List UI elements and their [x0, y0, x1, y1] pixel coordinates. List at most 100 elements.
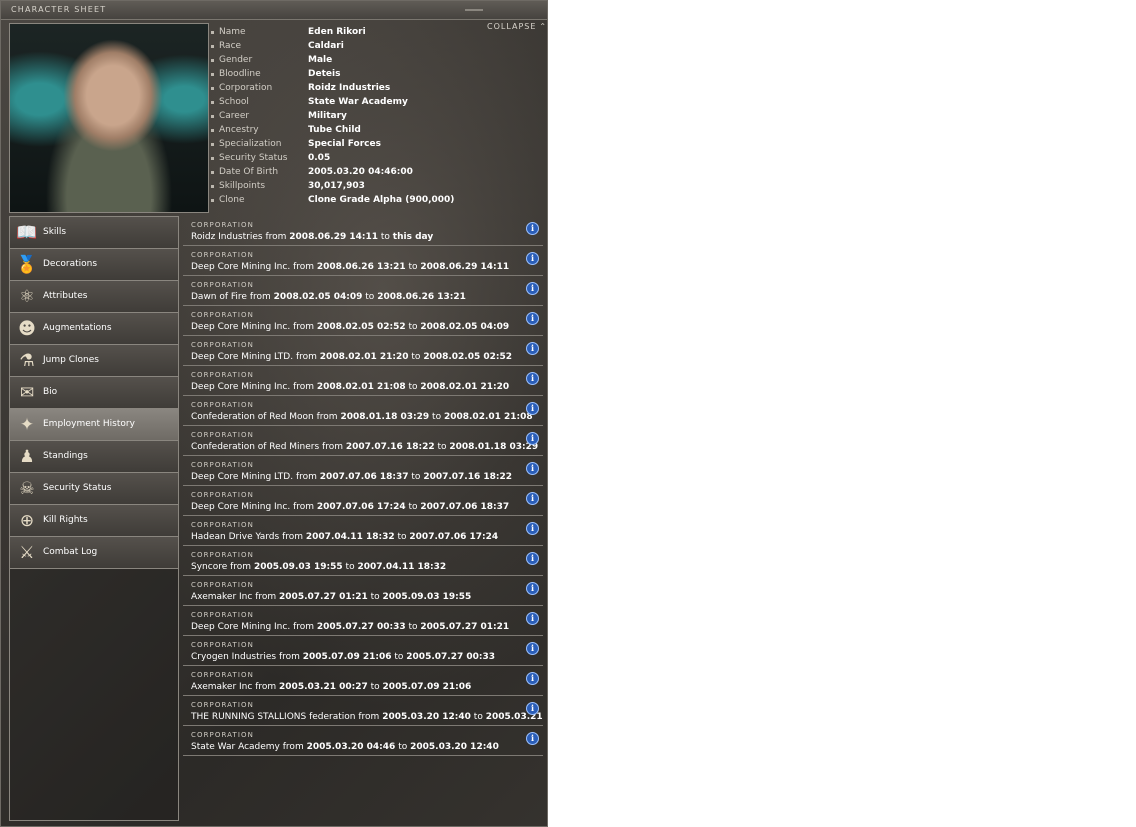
list-item[interactable]: CORPORATION Deep Core Mining Inc. from 20…	[183, 487, 543, 516]
info-icon[interactable]: i	[526, 522, 539, 535]
info-row: Gender Male	[211, 54, 531, 68]
info-row: Security Status 0.05	[211, 152, 531, 166]
character-info: Name Eden Rikori Race Caldari Gender Male Bloo…	[211, 26, 531, 208]
to-word: to	[408, 382, 418, 392]
people-icon: ♟	[19, 447, 35, 467]
document-icon: ✉	[19, 383, 35, 403]
to-word: to	[411, 352, 421, 362]
from-date: 2008.02.05 02:52	[316, 322, 406, 332]
list-item[interactable]: CORPORATION Hadean Drive Yards from 2007.…	[183, 517, 543, 546]
list-item[interactable]: CORPORATION Deep Core Mining Inc. from 20…	[183, 307, 543, 336]
info-icon[interactable]: i	[526, 312, 539, 325]
medal-icon: 🏅	[16, 255, 38, 275]
list-item[interactable]: CORPORATION Axemaker Inc from 2005.07.27 …	[183, 577, 543, 606]
sidebar-item-jump-clones[interactable]: ⚗ Jump Clones	[10, 345, 178, 377]
info-label: Race	[219, 41, 242, 51]
corp-name: State War Academy	[191, 742, 280, 752]
bullet-icon	[211, 87, 214, 90]
info-icon[interactable]: i	[526, 462, 539, 475]
list-item[interactable]: CORPORATION Deep Core Mining LTD. from 20…	[183, 457, 543, 486]
list-item[interactable]: CORPORATION Deep Core Mining Inc. from 20…	[183, 607, 543, 636]
corp-name: Deep Core Mining Inc.	[191, 322, 291, 332]
window-title: CHARACTER SHEET	[11, 5, 107, 14]
sidebar-item-attributes[interactable]: ⚛ Attributes	[10, 281, 178, 313]
bullet-icon	[211, 199, 214, 202]
sidebar-item-label: Attributes	[43, 291, 88, 301]
list-item[interactable]: CORPORATION THE RUNNING STALLIONS federat…	[183, 697, 543, 726]
sidebar-item-label: Decorations	[43, 259, 98, 269]
to-date: 2008.02.01 21:20	[420, 382, 510, 392]
implant-head-icon: ☻	[18, 319, 36, 339]
title-bar[interactable]: CHARACTER SHEET	[1, 1, 547, 20]
list-item[interactable]: CORPORATION Confederation of Red Miners f…	[183, 427, 543, 456]
from-word: from	[265, 232, 287, 242]
sidebar-item-label: Kill Rights	[43, 515, 88, 525]
info-icon[interactable]: i	[526, 732, 539, 745]
sidebar-item-augmentations[interactable]: ☻ Augmentations	[10, 313, 178, 345]
info-icon[interactable]: i	[526, 372, 539, 385]
info-row: Ancestry Tube Child	[211, 124, 531, 138]
list-item[interactable]: CORPORATION Confederation of Red Moon fro…	[183, 397, 543, 426]
info-icon[interactable]: i	[526, 582, 539, 595]
list-item[interactable]: CORPORATION Syncore from 2005.09.03 19:55…	[183, 547, 543, 576]
sidebar-item-label: Standings	[43, 451, 88, 461]
sidebar-item-employment-history[interactable]: ✦ Employment History	[10, 409, 178, 441]
info-icon[interactable]: i	[526, 342, 539, 355]
info-value: Roidz Industries	[308, 83, 391, 93]
list-item[interactable]: CORPORATION Axemaker Inc from 2005.03.21 …	[183, 667, 543, 696]
sidebar-item-bio[interactable]: ✉ Bio	[10, 377, 178, 409]
entry-text: Deep Core Mining Inc. from 2007.07.06 17…	[191, 502, 509, 512]
from-word: from	[249, 292, 271, 302]
from-date: 2005.03.20 04:46	[306, 742, 396, 752]
info-icon[interactable]: i	[526, 222, 539, 235]
sidebar-item-label: Security Status	[43, 483, 112, 493]
from-word: from	[293, 502, 315, 512]
list-item[interactable]: CORPORATION Deep Core Mining Inc. from 20…	[183, 367, 543, 396]
info-icon[interactable]: i	[526, 672, 539, 685]
corp-name: Axemaker Inc	[191, 682, 253, 692]
sidebar-item-kill-rights[interactable]: ⊕ Kill Rights	[10, 505, 178, 537]
corp-name: Syncore	[191, 562, 228, 572]
list-item[interactable]: CORPORATION Dawn of Fire from 2008.02.05 …	[183, 277, 543, 306]
list-item[interactable]: CORPORATION Deep Core Mining LTD. from 20…	[183, 337, 543, 366]
list-item[interactable]: CORPORATION Cryogen Industries from 2005.…	[183, 637, 543, 666]
to-date: 2008.06.26 13:21	[377, 292, 466, 302]
entry-text: Deep Core Mining LTD. from 2008.02.01 21…	[191, 352, 512, 362]
info-value: Tube Child	[308, 125, 361, 135]
to-date: 2008.02.05 02:52	[423, 352, 513, 362]
info-icon[interactable]: i	[526, 252, 539, 265]
sidebar-item-security-status[interactable]: ☠ Security Status	[10, 473, 178, 505]
from-date: 2008.02.01 21:08	[316, 382, 406, 392]
info-label: Corporation	[219, 83, 273, 93]
entry-text: THE RUNNING STALLIONS federation from 20…	[191, 712, 543, 722]
list-item[interactable]: CORPORATION Deep Core Mining Inc. from 20…	[183, 247, 543, 276]
info-icon[interactable]: i	[526, 492, 539, 505]
window-controls[interactable]	[465, 9, 483, 11]
info-icon[interactable]: i	[526, 432, 539, 445]
crosshair-icon: ⊕	[19, 511, 35, 531]
to-word: to	[408, 262, 418, 272]
sidebar-item-decorations[interactable]: 🏅 Decorations	[10, 249, 178, 281]
sidebar-item-combat-log[interactable]: ⚔ Combat Log	[10, 537, 178, 569]
list-item[interactable]: CORPORATION Roidz Industries from 2008.06…	[183, 217, 543, 246]
info-value: Military	[308, 111, 347, 121]
info-icon[interactable]: i	[526, 642, 539, 655]
entry-text: Deep Core Mining Inc. from 2008.02.05 02…	[191, 322, 509, 332]
info-icon[interactable]: i	[526, 552, 539, 565]
list-item[interactable]: CORPORATION State War Academy from 2005.0…	[183, 727, 543, 756]
sidebar-item-skills[interactable]: 📖 Skills	[10, 217, 178, 249]
from-date: 2008.06.26 13:21	[316, 262, 406, 272]
bullet-icon	[211, 171, 214, 174]
info-icon[interactable]: i	[526, 402, 539, 415]
entry-kind: CORPORATION	[191, 491, 255, 499]
info-icon[interactable]: i	[526, 282, 539, 295]
from-word: from	[316, 412, 338, 422]
from-date: 2007.07.06 18:37	[319, 472, 409, 482]
sidebar-item-label: Bio	[43, 387, 58, 397]
sidebar-item-label: Jump Clones	[43, 355, 99, 365]
info-icon[interactable]: i	[526, 612, 539, 625]
sidebar-item-standings[interactable]: ♟ Standings	[10, 441, 178, 473]
info-icon[interactable]: i	[526, 702, 539, 715]
entry-kind: CORPORATION	[191, 731, 255, 739]
info-row: Skillpoints 30,017,903	[211, 180, 531, 194]
